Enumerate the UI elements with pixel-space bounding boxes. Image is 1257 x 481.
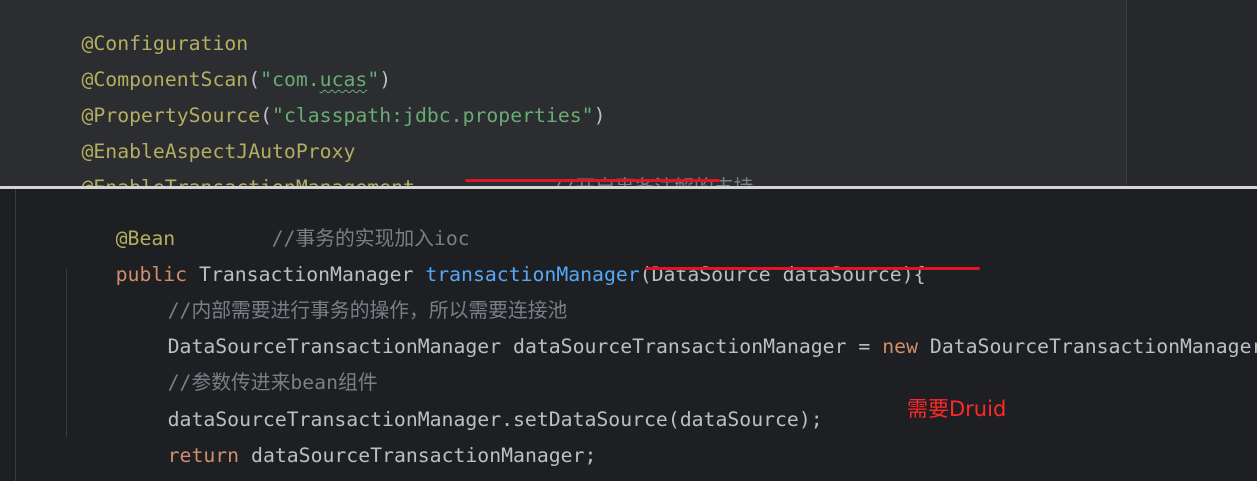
code-line-declaration[interactable]: DataSourceTransactionManager dataSourceT… bbox=[120, 308, 1257, 358]
red-highlight-underline-params bbox=[645, 267, 980, 270]
code-line-configuration[interactable]: @Configuration bbox=[10, 5, 248, 55]
code-line-setter[interactable]: dataSourceTransactionManager.setDataSour… bbox=[120, 381, 823, 431]
keyword-new: new bbox=[882, 335, 918, 358]
decl-var: dataSourceTransactionManager bbox=[513, 335, 847, 358]
decl-assign: = bbox=[858, 335, 871, 358]
screenshot: @Configuration @ComponentScan("com.ucas"… bbox=[0, 0, 1257, 481]
code-comment-bean: //事务的实现加入ioc bbox=[224, 200, 470, 250]
red-highlight-underline-top bbox=[465, 179, 720, 182]
paren-close: ) bbox=[593, 104, 606, 127]
config-annotations-panel: @Configuration @ComponentScan("com.ucas"… bbox=[0, 0, 1257, 188]
code-line-comment-pool[interactable]: //内部需要进行事务的操作，所以需要连接池 bbox=[120, 272, 568, 322]
druid-annotation-note: 需要Druid bbox=[907, 397, 1007, 421]
indent-guide bbox=[66, 269, 67, 437]
code-line-closing-brace[interactable]: } bbox=[68, 453, 128, 481]
code-line-enable-aspectj[interactable]: @EnableAspectJAutoProxy bbox=[10, 113, 355, 163]
scrollbar-gutter[interactable] bbox=[1127, 0, 1257, 188]
code-line-component-scan[interactable]: @ComponentScan("com.ucas") bbox=[10, 41, 391, 91]
code-line-comment-param[interactable]: //参数传进来bean组件 bbox=[120, 344, 378, 394]
indent-guide bbox=[15, 189, 16, 481]
return-value: dataSourceTransactionManager; bbox=[251, 444, 597, 467]
keyword-return: return bbox=[167, 444, 240, 467]
decl-ctor: DataSourceTransactionManager bbox=[929, 335, 1257, 358]
code-line-return[interactable]: return dataSourceTransactionManager; bbox=[120, 417, 597, 467]
code-line-property-source[interactable]: @PropertySource("classpath:jdbc.properti… bbox=[10, 77, 605, 127]
code-line-method-signature[interactable]: public TransactionManager transactionMan… bbox=[68, 236, 926, 286]
code-line-enable-transaction[interactable]: @EnableTransactionManagement bbox=[10, 149, 414, 188]
code-line-bean[interactable]: @Bean bbox=[68, 200, 176, 250]
code-comment-transaction-support: //开启事务注解的支持 bbox=[480, 149, 753, 188]
